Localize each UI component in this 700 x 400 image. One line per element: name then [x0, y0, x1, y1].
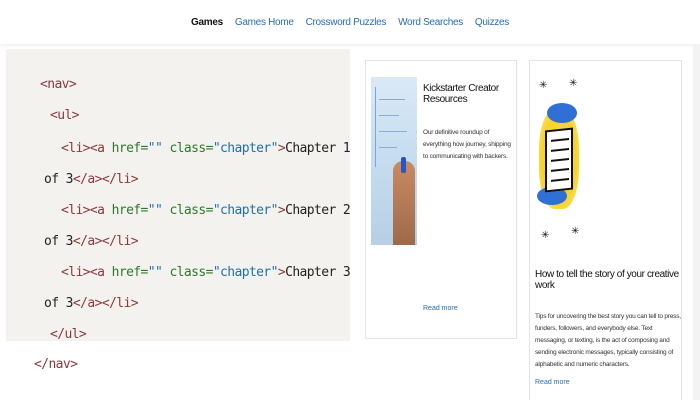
nav-crossword-puzzles[interactable]: Crossword Puzzles: [306, 17, 387, 28]
code-line-nav-open: <nav>: [40, 77, 77, 92]
code-line-nav-close: </nav>: [34, 357, 78, 372]
nav-games[interactable]: Games: [191, 17, 223, 28]
nav-word-searches[interactable]: Word Searches: [398, 17, 463, 28]
code-line-li-2: <li><a href="" class="chapter">Chapter 2: [61, 203, 351, 218]
code-line-li-3-cont: of 3</a></li>: [44, 296, 139, 311]
code-block: <nav> <ul> <li><a href="" class="chapter…: [6, 49, 351, 342]
resource-card-story: ✳ ✳ ✳ ✳ How to tell the story of your cr…: [529, 60, 682, 400]
card-title[interactable]: Kickstarter Creator Resources: [423, 83, 516, 105]
whiteboard-image: [371, 77, 417, 245]
code-line-li-1: <li><a href="" class="chapter">Chapter 1: [61, 141, 351, 156]
card-title[interactable]: How to tell the story of your creative w…: [535, 269, 681, 291]
nav-quizzes[interactable]: Quizzes: [475, 17, 509, 28]
read-more-link[interactable]: Read more: [535, 379, 570, 386]
nav-games-home[interactable]: Games Home: [235, 17, 294, 28]
code-line-ul-open: <ul>: [50, 108, 80, 123]
code-line-li-1-cont: of 3</a></li>: [44, 172, 139, 187]
resource-card-kickstarter: Kickstarter Creator Resources Our defini…: [365, 60, 517, 339]
code-line-li-3: <li><a href="" class="chapter">Chapter 3: [61, 265, 351, 280]
top-navigation: Games Games Home Crossword Puzzles Word …: [0, 0, 700, 44]
code-line-li-2-cont: of 3</a></li>: [44, 234, 139, 249]
card-description: Tips for uncovering the best story you c…: [535, 313, 681, 368]
code-line-ul-close: </ul>: [50, 327, 87, 342]
read-more-link[interactable]: Read more: [423, 305, 458, 312]
document-illustration: ✳ ✳ ✳ ✳: [537, 77, 581, 245]
card-description: Our definitive roundup of everything how…: [423, 129, 511, 160]
scrollbar[interactable]: [693, 44, 700, 400]
